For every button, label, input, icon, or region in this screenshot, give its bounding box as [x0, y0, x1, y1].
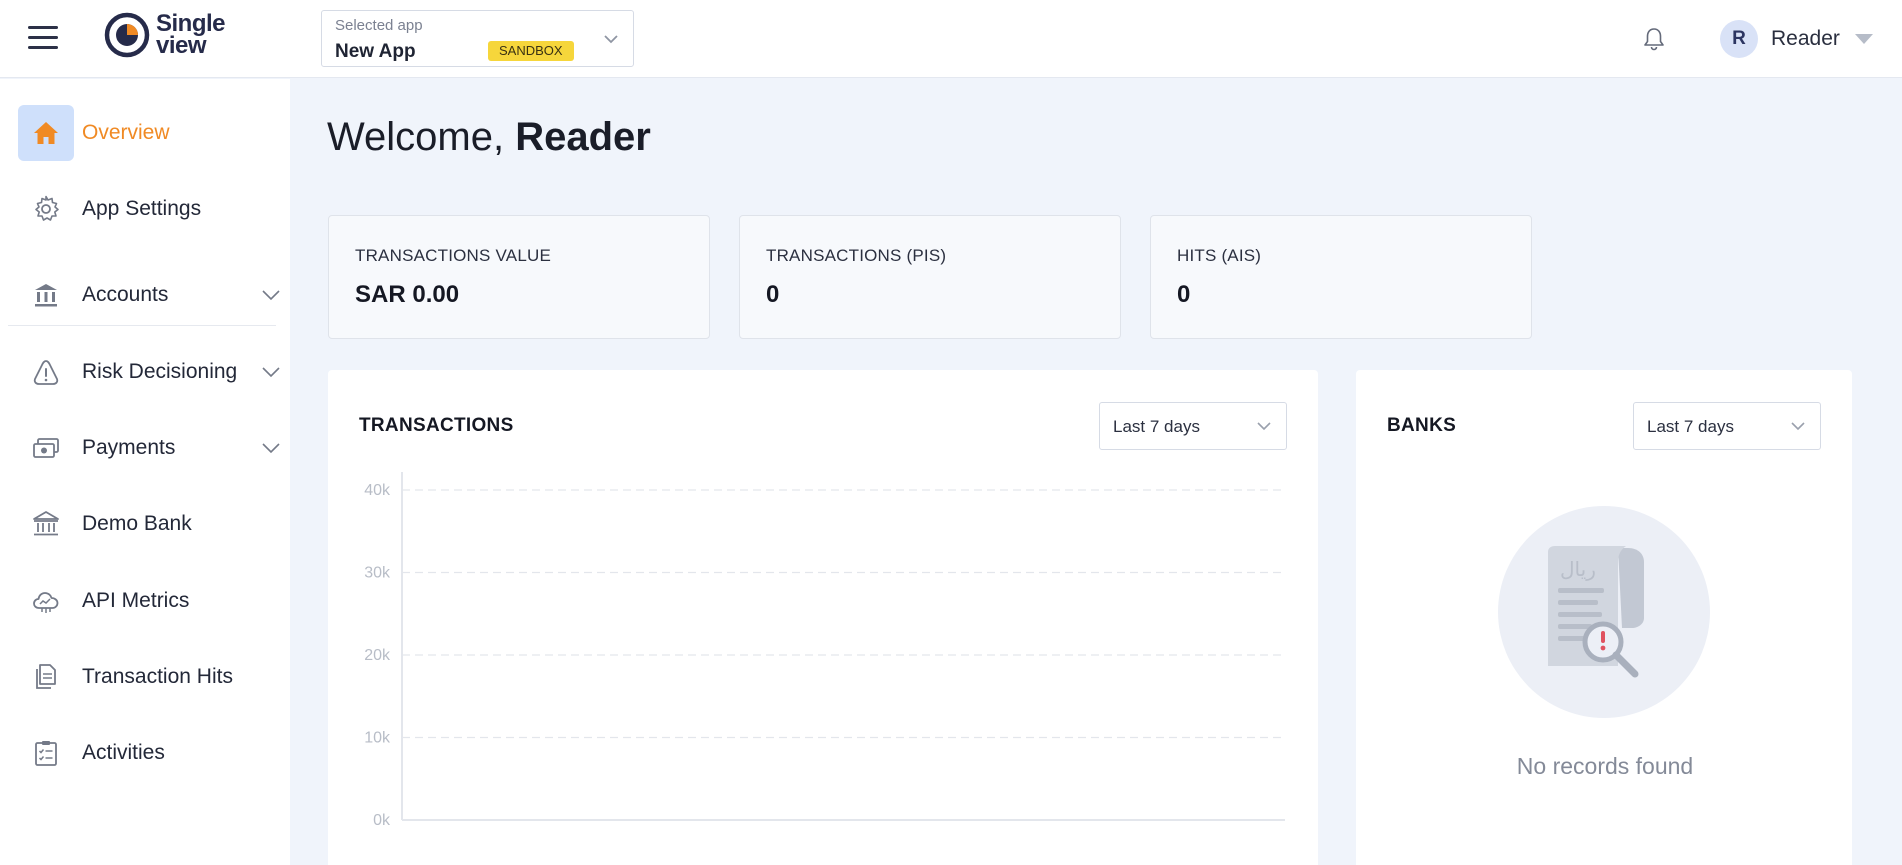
chevron-down-icon — [262, 290, 280, 301]
sidebar-item-label: Risk Decisioning — [82, 360, 238, 383]
welcome-prefix: Welcome, — [327, 115, 505, 159]
transactions-range-select[interactable]: Last 7 days — [1099, 402, 1287, 450]
document-icon — [18, 649, 74, 705]
gear-icon — [18, 181, 74, 237]
banks-range-select[interactable]: Last 7 days — [1633, 402, 1821, 450]
app-selector-label: Selected app — [335, 17, 423, 34]
sidebar-item-demo-bank[interactable]: Demo Bank — [18, 496, 280, 552]
empty-state-illustration: ريال — [1498, 506, 1710, 718]
transactions-card-title: TRANSACTIONS — [359, 415, 514, 436]
sidebar-item-activities[interactable]: Activities — [18, 725, 280, 781]
y-tick-label: 0k — [373, 812, 391, 829]
y-tick-label: 10k — [364, 730, 391, 747]
sidebar-item-label: Overview — [82, 121, 170, 144]
svg-text:ريال: ريال — [1560, 557, 1596, 581]
notification-bell-icon[interactable] — [1641, 26, 1667, 52]
sidebar-divider — [8, 325, 276, 326]
cloud-icon — [18, 573, 74, 629]
stat-title: TRANSACTIONS VALUE — [355, 246, 551, 265]
chevron-down-icon — [604, 35, 618, 44]
sidebar-item-label: Demo Bank — [82, 512, 192, 535]
sidebar-item-app-settings[interactable]: App Settings — [18, 181, 280, 237]
stat-card-transactions-pis: TRANSACTIONS (PIS) 0 — [739, 215, 1121, 339]
sidebar-item-label: Accounts — [82, 283, 169, 306]
clipboard-icon — [18, 725, 74, 781]
stat-value: 0 — [1177, 281, 1191, 308]
chevron-down-icon — [1257, 422, 1271, 431]
stat-card-hits-ais: HITS (AIS) 0 — [1150, 215, 1532, 339]
y-tick-label: 40k — [364, 482, 391, 499]
logo-wordmark: Single view — [156, 10, 226, 59]
sidebar-item-transaction-hits[interactable]: Transaction Hits — [18, 649, 280, 705]
banks-card-title: BANKS — [1387, 415, 1457, 436]
sidebar: Overview App Settings Accounts Risk Deci… — [0, 79, 290, 865]
stat-value: SAR 0.00 — [355, 281, 460, 308]
app-selector-value: New App — [335, 41, 416, 62]
empty-state-text: No records found — [1516, 753, 1694, 779]
cash-icon — [18, 420, 74, 476]
user-menu[interactable]: R Reader — [1720, 20, 1873, 58]
sidebar-item-label: Activities — [82, 741, 165, 764]
demo-bank-icon — [18, 496, 74, 552]
chevron-down-icon — [262, 443, 280, 454]
app-selector[interactable]: Selected app New App SANDBOX — [321, 10, 634, 67]
y-tick-label: 20k — [364, 647, 391, 664]
logo-icon — [104, 12, 150, 58]
stat-card-transactions-value: TRANSACTIONS VALUE SAR 0.00 — [328, 215, 710, 339]
avatar: R — [1720, 20, 1758, 58]
menu-icon[interactable] — [28, 20, 62, 54]
range-select-value: Last 7 days — [1113, 417, 1200, 436]
stat-title: HITS (AIS) — [1177, 246, 1262, 265]
sidebar-item-risk-decisioning[interactable]: Risk Decisioning — [18, 344, 280, 400]
sidebar-item-overview[interactable]: Overview — [18, 105, 280, 161]
user-name: Reader — [1771, 27, 1840, 50]
sidebar-item-api-metrics[interactable]: API Metrics — [18, 573, 280, 629]
stat-title: TRANSACTIONS (PIS) — [766, 246, 947, 265]
sidebar-item-label: API Metrics — [82, 589, 190, 612]
environment-badge: SANDBOX — [488, 41, 574, 61]
sidebar-item-accounts[interactable]: Accounts — [18, 267, 280, 323]
logo[interactable]: Single view — [104, 10, 226, 59]
warning-icon — [18, 344, 74, 400]
caret-down-icon — [1854, 34, 1873, 44]
stat-value: 0 — [766, 281, 780, 308]
home-icon — [18, 105, 74, 161]
top-bar: Single view Selected app New App SANDBOX… — [0, 0, 1902, 78]
y-tick-label: 30k — [364, 565, 391, 582]
chevron-down-icon — [262, 367, 280, 378]
range-select-value: Last 7 days — [1647, 417, 1734, 436]
sidebar-item-label: Transaction Hits — [82, 665, 233, 688]
sidebar-item-label: App Settings — [82, 197, 202, 220]
welcome-name: Reader — [515, 115, 651, 159]
bank-icon — [18, 267, 74, 323]
sidebar-item-payments[interactable]: Payments — [18, 420, 280, 476]
sidebar-item-label: Payments — [82, 436, 176, 459]
chevron-down-icon — [1791, 422, 1805, 431]
transactions-chart: 40k 30k 20k 10k 0k — [364, 472, 1285, 829]
page-title: Welcome, Reader — [327, 115, 651, 160]
no-records-icon: ريال — [1548, 546, 1644, 678]
